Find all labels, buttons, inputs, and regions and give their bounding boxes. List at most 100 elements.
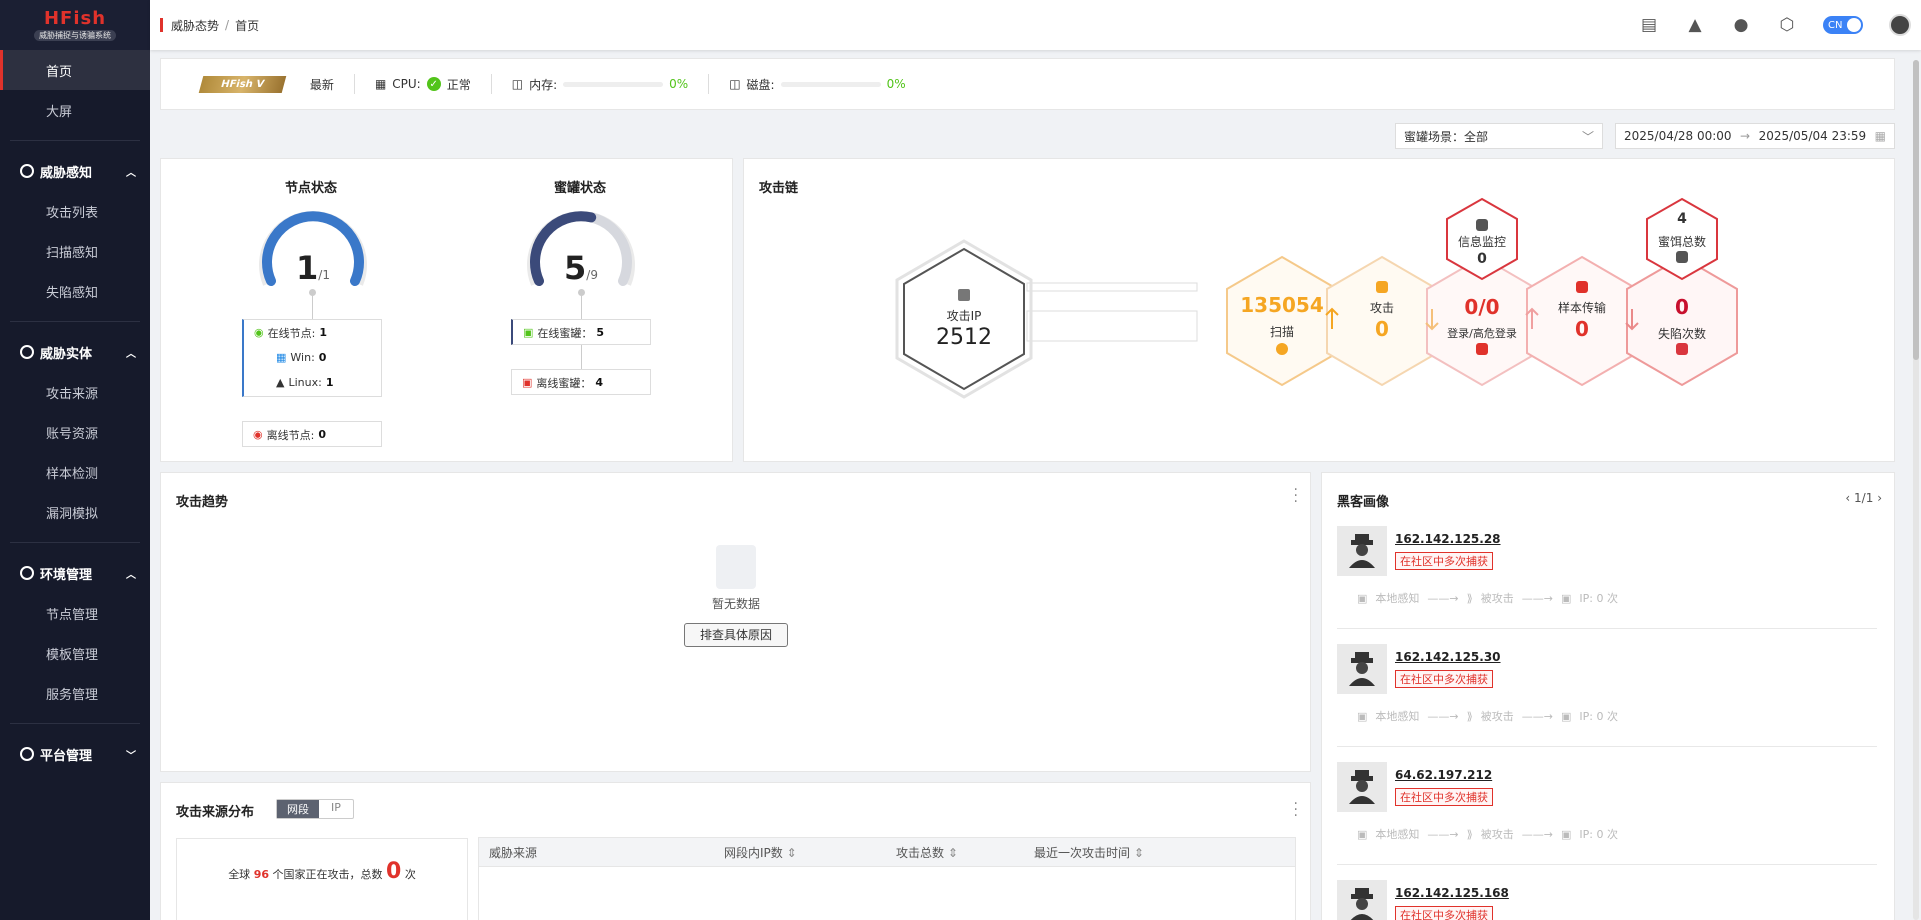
fall-label: 失陷次数 xyxy=(1657,327,1706,341)
nav-group-threat-sense[interactable]: 威胁感知 ︿ xyxy=(0,151,150,191)
sort-icon: ⇕ xyxy=(786,845,797,860)
hacker-ip[interactable]: 162.142.125.168 xyxy=(1395,886,1509,900)
memory-icon: ◫ xyxy=(511,77,524,91)
check-reason-button[interactable]: 排查具体原因 xyxy=(684,623,788,647)
nav-item-account-resource[interactable]: 账号资源 xyxy=(0,412,150,452)
page-scrollbar[interactable] xyxy=(1913,60,1919,920)
login-value[interactable]: 0/0 xyxy=(1432,295,1532,319)
nav-divider xyxy=(10,723,140,724)
date-end[interactable]: 2025/05/04 23:59 xyxy=(1759,129,1867,143)
logo[interactable]: HFish 威胁捕捉与诱骗系统 xyxy=(0,0,150,50)
hacker-ip[interactable]: 162.142.125.30 xyxy=(1395,650,1501,664)
nav-item-node-manage[interactable]: 节点管理 xyxy=(0,593,150,633)
sort-icon: ⇕ xyxy=(947,845,958,860)
honeypot-online-icon: ▣ xyxy=(523,326,534,339)
map-pin-off-icon: ◉ xyxy=(253,428,263,441)
nav-item-attack-source[interactable]: 攻击来源 xyxy=(0,372,150,412)
hacker-flow: ▣ 本地感知 ——→ ⟫ 被攻击 ——→ ▣ IP: 0 次 xyxy=(1357,709,1618,724)
honeypot-status-value: 5/9 xyxy=(564,249,598,287)
online-nodes-box: ◉ 在线节点: 1 ▦ Win: 0 ▲ Linux: 1 xyxy=(242,319,382,397)
logo-title: HFish xyxy=(43,7,107,29)
nav-group-platform-manage[interactable]: 平台管理 ﹀ xyxy=(0,734,150,774)
user-avatar[interactable] xyxy=(1889,14,1911,36)
nav-group-label: 威胁感知 xyxy=(40,165,93,181)
nav-divider xyxy=(10,140,140,141)
chevron-right-icon[interactable]: › xyxy=(1877,491,1882,505)
breadcrumb-marker xyxy=(160,18,163,32)
disk-icon: ◫ xyxy=(729,77,741,91)
hacker-item[interactable]: 162.142.125.168 在社区中多次捕获 xyxy=(1337,880,1877,920)
more-menu-icon[interactable]: · · · xyxy=(1294,797,1298,823)
nav-item-attack-list[interactable]: 攻击列表 xyxy=(0,191,150,231)
col-ip-count[interactable]: 网段内IP数 ⇕ xyxy=(724,844,896,861)
sample-value[interactable]: 0 xyxy=(1532,317,1632,341)
node-status-title: 节点状态 xyxy=(285,181,338,196)
memory-label: 内存: xyxy=(529,77,558,92)
attack-ip-value[interactable]: 2512 xyxy=(924,325,1004,350)
col-attack-total[interactable]: 攻击总数 ⇕ xyxy=(896,844,1034,861)
entity-icon xyxy=(20,345,34,359)
arrow-right-icon: → xyxy=(1740,129,1751,143)
nav-item-bigscreen[interactable]: 大屏 xyxy=(0,90,150,130)
nav-item-sample-detect[interactable]: 样本检测 xyxy=(0,452,150,492)
nav-group-label: 环境管理 xyxy=(40,567,93,583)
hacker-tag: 在社区中多次捕获 xyxy=(1395,670,1493,688)
win-nodes-row: ▦ Win: 0 xyxy=(276,351,327,364)
sort-icon: ⇕ xyxy=(1133,845,1144,860)
wechat-icon[interactable]: ● xyxy=(1731,15,1751,35)
nav-item-scan-sense[interactable]: 扫描感知 xyxy=(0,231,150,271)
date-start[interactable]: 2025/04/28 00:00 xyxy=(1624,129,1732,143)
hacker-ip[interactable]: 162.142.125.28 xyxy=(1395,532,1501,546)
chevron-left-icon[interactable]: ‹ xyxy=(1845,491,1850,505)
honey-total-value[interactable]: 4 xyxy=(1642,211,1722,227)
linux-nodes-row: ▲ Linux: 1 xyxy=(276,376,334,389)
sidebar: HFish 威胁捕捉与诱骗系统 首页 大屏 威胁感知 ︿ 攻击列表 扫描感知 失… xyxy=(0,0,150,920)
nav-divider xyxy=(10,542,140,543)
nav-item-vuln-sim[interactable]: 漏洞模拟 xyxy=(0,492,150,532)
honeypot-offline-icon: ▣ xyxy=(522,376,533,389)
empty-data-text: 暂无数据 xyxy=(711,597,760,611)
check-circle-icon: ✓ xyxy=(426,77,441,91)
nav-group-env-manage[interactable]: 环境管理 ︿ xyxy=(0,553,150,593)
chevron-up-icon: ︿ xyxy=(126,167,136,179)
info-monitor-value[interactable]: 0 xyxy=(1442,251,1522,267)
global-summary: 全球 96 个国家正在攻击，总数 0 次 xyxy=(176,838,468,920)
nav-item-template-manage[interactable]: 模板管理 xyxy=(0,633,150,673)
nav-group-label: 平台管理 xyxy=(40,748,93,764)
hexagon-icon[interactable]: ⬡ xyxy=(1777,15,1797,35)
attack-ip-label: 攻击IP xyxy=(946,309,982,323)
attack-value[interactable]: 0 xyxy=(1332,317,1432,341)
language-toggle[interactable]: CN xyxy=(1823,16,1863,34)
nav-item-service-manage[interactable]: 服务管理 xyxy=(0,673,150,713)
tab-ip[interactable]: IP xyxy=(319,800,353,818)
attack-label: 攻击 xyxy=(1369,301,1394,315)
nav-item-home[interactable]: 首页 xyxy=(0,50,150,90)
language-label: CN xyxy=(1828,19,1843,31)
book-icon[interactable]: ▤ xyxy=(1639,15,1659,35)
top-header: 威胁态势 / 首页 ▤ ▲ ● ⬡ CN xyxy=(150,0,1921,50)
hacker-ip[interactable]: 64.62.197.212 xyxy=(1395,768,1492,782)
breadcrumb-current: 首页 xyxy=(235,18,260,33)
fall-value[interactable]: 0 xyxy=(1632,295,1732,319)
nav-item-fall-sense[interactable]: 失陷感知 xyxy=(0,271,150,311)
col-last-attack-time[interactable]: 最近一次攻击时间 ⇕ xyxy=(1034,844,1234,861)
gear-icon xyxy=(20,747,34,761)
scan-value[interactable]: 135054 xyxy=(1232,293,1332,317)
scene-select[interactable]: 蜜罐场景：全部 ﹀ xyxy=(1395,123,1603,149)
hacker-avatar-icon xyxy=(1337,526,1387,576)
nav-group-threat-entity[interactable]: 威胁实体 ︿ xyxy=(0,332,150,372)
tab-segment[interactable]: 网段 xyxy=(277,800,319,818)
date-range-picker[interactable]: 2025/04/28 00:00 → 2025/05/04 23:59 ▦ xyxy=(1615,123,1895,149)
attack-trend-title: 攻击趋势 xyxy=(176,495,229,510)
disk-progress-bar xyxy=(780,81,881,87)
hacker-avatar-icon xyxy=(1337,644,1387,694)
system-status-bar: HFish V 最新 ▦ CPU: ✓ 正常 ◫ 内存: 0% ◫ 磁盘: 0% xyxy=(160,58,1895,110)
rocket-icon[interactable]: ▲ xyxy=(1685,15,1705,35)
chevron-down-icon: ﹀ xyxy=(1581,129,1594,144)
login-label: 登录/高危登录 xyxy=(1447,327,1517,340)
more-menu-icon[interactable]: · · · xyxy=(1294,483,1298,509)
honeypot-status-title: 蜜罐状态 xyxy=(554,181,607,196)
attack-source-title: 攻击来源分布 xyxy=(176,805,255,820)
source-table-header: 威胁来源 网段内IP数 ⇕ 攻击总数 ⇕ 最近一次攻击时间 ⇕ xyxy=(478,837,1296,867)
breadcrumb-parent[interactable]: 威胁态势 xyxy=(171,17,219,34)
